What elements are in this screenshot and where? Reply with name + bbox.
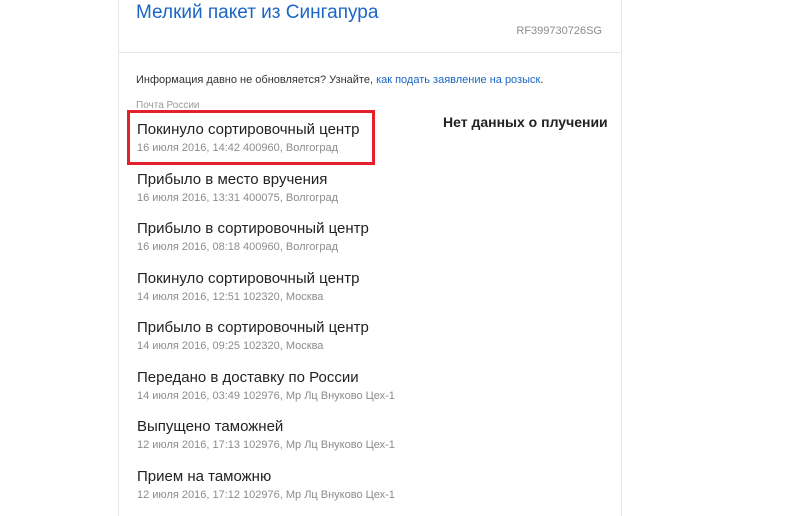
event-title: Покинуло сортировочный центр: [137, 269, 360, 287]
carrier-label: Почта России: [136, 101, 200, 109]
event-meta: 12 июля 2016, 17:12 102976, Мр Лц Внуков…: [137, 488, 395, 501]
header-divider: [119, 52, 620, 53]
event-meta: 14 июля 2016, 03:49 102976, Мр Лц Внуков…: [137, 389, 395, 402]
event-title: Прибыло в место вручения: [137, 170, 328, 188]
event-title: Прибыло в сортировочный центр: [137, 220, 369, 237]
event-title: Прибыло в сортировочный центр: [137, 319, 369, 336]
event-meta: 16 июля 2016, 08:18 400960, Волгоград: [137, 241, 339, 253]
no-delivery-data-note: Нет данных о плучении: [443, 114, 608, 130]
tracking-number: RF399730726SG: [516, 25, 602, 37]
event-title: Передано в доставку по России: [137, 368, 359, 386]
event-meta: 14 июля 2016, 09:25 102320, Москва: [137, 340, 324, 352]
tracking-event: Выпущено таможней 12 июля 2016, 17:13 10…: [137, 417, 395, 467]
tracking-event: Прибыло в сортировочный центр 16 июля 20…: [137, 219, 395, 269]
info-suffix: .: [540, 74, 544, 86]
search-request-link[interactable]: как подать заявление на розыск: [376, 74, 540, 86]
tracking-events-list: Покинуло сортировочный центр 16 июля 201…: [137, 120, 395, 516]
event-meta: 14 июля 2016, 12:51 102320, Москва: [137, 290, 324, 303]
tracking-event: Прибыло в сортировочный центр 14 июля 20…: [137, 318, 395, 368]
info-notice: Информация давно не обновляется? Узнайте…: [136, 74, 543, 86]
event-title: Выпущено таможней: [137, 418, 284, 435]
info-text: Информация давно не обновляется? Узнайте…: [136, 74, 377, 86]
event-meta: 16 июля 2016, 13:31 400075, Волгоград: [137, 191, 339, 204]
event-title: Прием на таможню: [137, 467, 272, 485]
highlight-box: [127, 110, 375, 165]
event-meta: 12 июля 2016, 17:13 102976, Мр Лц Внуков…: [137, 439, 395, 451]
tracking-event: Прибыло в место вручения 16 июля 2016, 1…: [137, 170, 395, 220]
tracking-event: Прием на таможню 12 июля 2016, 17:12 102…: [137, 467, 395, 516]
parcel-title: Мелкий пакет из Сингапура: [136, 2, 379, 23]
tracking-event: Передано в доставку по России 14 июля 20…: [137, 368, 395, 418]
tracking-event: Покинуло сортировочный центр 14 июля 201…: [137, 269, 395, 319]
